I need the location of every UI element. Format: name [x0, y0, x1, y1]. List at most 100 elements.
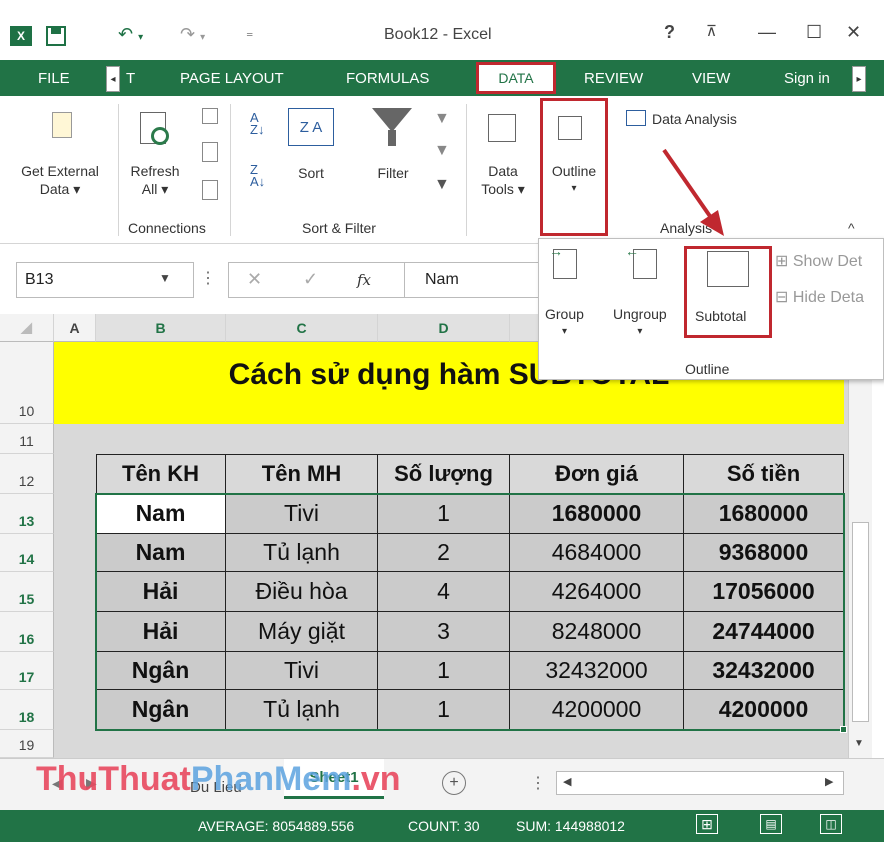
row-header-17[interactable]: 17: [0, 652, 54, 690]
get-external-data-label-2: Data ▾: [39, 181, 81, 197]
ungroup-caret-icon: ▾: [637, 326, 643, 337]
refresh-all-button[interactable]: Refresh All ▾: [126, 162, 184, 198]
page-layout-view-icon[interactable]: ▤: [760, 814, 782, 834]
select-all-corner[interactable]: ◢: [0, 314, 54, 342]
database-icon: [52, 112, 72, 138]
header-cell-ten-mh[interactable]: Tên MH: [226, 454, 378, 494]
row-header-10[interactable]: 10: [0, 342, 54, 424]
collapse-ribbon-icon[interactable]: ^: [848, 220, 855, 236]
ribbon-display-options-icon[interactable]: ⊼: [706, 22, 717, 40]
hide-detail-button[interactable]: ⊟ Hide Deta: [775, 287, 864, 307]
clear-filter-icon[interactable]: ▼: [434, 110, 450, 128]
sheet-bar-split-icon[interactable]: ⋮: [530, 773, 546, 793]
maximize-button[interactable]: ☐: [806, 22, 822, 43]
row-header-15[interactable]: 15: [0, 572, 54, 612]
data-analysis-icon: [626, 110, 646, 126]
column-header-a[interactable]: A: [54, 314, 96, 342]
name-box-dropdown-icon[interactable]: ▼: [159, 271, 171, 285]
undo-icon[interactable]: ↶ ▾: [118, 24, 143, 45]
column-header-d[interactable]: D: [378, 314, 510, 342]
selection-range: [95, 493, 845, 731]
header-cell-don-gia[interactable]: Đơn giá: [510, 454, 684, 494]
help-button[interactable]: ?: [664, 22, 675, 43]
show-detail-button[interactable]: ⊞ Show Det: [775, 251, 862, 271]
sign-in-link[interactable]: Sign in: [784, 70, 830, 87]
tab-data[interactable]: DATA: [476, 62, 556, 94]
row-header-16[interactable]: 16: [0, 612, 54, 652]
status-sum: SUM: 144988012: [516, 818, 625, 834]
cancel-icon[interactable]: ✕: [247, 269, 262, 290]
row-header-14[interactable]: 14: [0, 534, 54, 572]
sort-az-icon[interactable]: A Z↓: [250, 111, 264, 136]
filter-button[interactable]: Filter: [366, 164, 420, 182]
tab-formulas[interactable]: FORMULAS: [346, 70, 429, 87]
name-box[interactable]: B13 ▼: [16, 262, 194, 298]
sort-za-icon[interactable]: Z A↓: [250, 163, 265, 188]
save-icon[interactable]: [46, 26, 66, 46]
vertical-scrollbar[interactable]: ▼: [848, 314, 872, 758]
data-tools-label-2: Tools ▾: [481, 181, 525, 197]
analysis-group-label: Analysis: [660, 220, 713, 236]
horizontal-scrollbar[interactable]: ◀ ▶: [556, 771, 844, 795]
formula-bar-more-icon[interactable]: ⋮: [200, 268, 216, 288]
row-header-19[interactable]: 19: [0, 730, 54, 758]
tab-scroll-right-icon[interactable]: ▸: [852, 66, 866, 92]
enter-icon[interactable]: ✓: [303, 269, 318, 290]
close-button[interactable]: ✕: [846, 22, 861, 43]
tab-view[interactable]: VIEW: [692, 70, 730, 87]
properties-icon[interactable]: [202, 142, 218, 162]
sort-button[interactable]: Sort: [286, 164, 336, 182]
normal-view-icon[interactable]: ⊞: [696, 814, 718, 834]
reapply-filter-icon[interactable]: ▼: [434, 142, 450, 160]
tab-home[interactable]: T: [126, 70, 135, 87]
group-caret-icon: ▾: [561, 326, 567, 337]
window-title: Book12 - Excel: [384, 26, 492, 43]
header-cell-ten-kh[interactable]: Tên KH: [96, 454, 226, 494]
tab-review[interactable]: REVIEW: [584, 70, 643, 87]
data-analysis-button[interactable]: Data Analysis: [652, 110, 737, 128]
refresh-all-icon: [140, 112, 169, 145]
row-header-18[interactable]: 18: [0, 690, 54, 730]
minimize-button[interactable]: —: [758, 22, 776, 43]
h-scroll-right-icon[interactable]: ▶: [825, 775, 833, 788]
row-header-13[interactable]: 13: [0, 494, 54, 534]
scroll-down-icon[interactable]: ▼: [854, 738, 864, 749]
formula-controls: ✕ ✓ fx: [228, 262, 406, 298]
sort-filter-group-label: Sort & Filter: [302, 220, 376, 236]
vertical-scroll-thumb[interactable]: [852, 522, 869, 722]
advanced-filter-icon[interactable]: ▼: [434, 176, 450, 194]
insert-function-icon[interactable]: fx: [357, 271, 371, 289]
tab-page-layout[interactable]: PAGE LAYOUT: [180, 70, 284, 87]
get-external-data-button[interactable]: Get External Data ▾: [2, 162, 118, 198]
add-sheet-icon[interactable]: +: [442, 771, 466, 795]
row-header-11[interactable]: 11: [0, 424, 54, 454]
formula-value: Nam: [425, 271, 459, 288]
redo-icon[interactable]: ↷ ▾: [180, 24, 205, 45]
page-break-view-icon[interactable]: ◫: [820, 814, 842, 834]
hide-detail-label: Hide Deta: [792, 289, 865, 306]
ungroup-button[interactable]: Ungroup ▾: [613, 305, 667, 341]
column-header-b[interactable]: B: [96, 314, 226, 342]
tab-scroll-left-icon[interactable]: ◂: [106, 66, 120, 92]
connections-icon[interactable]: [202, 108, 218, 124]
hide-detail-icon: ⊟: [775, 289, 793, 306]
data-tools-icon: [488, 114, 516, 142]
column-header-c[interactable]: C: [226, 314, 378, 342]
fill-handle[interactable]: [840, 726, 847, 733]
edit-links-icon[interactable]: [202, 180, 218, 200]
tab-file[interactable]: FILE: [38, 70, 70, 87]
customize-qat-icon[interactable]: ₌: [246, 24, 253, 41]
data-tools-label-1: Data: [488, 163, 518, 179]
status-bar: AVERAGE: 8054889.556 COUNT: 30 SUM: 1449…: [0, 810, 884, 842]
show-detail-icon: ⊞: [775, 253, 793, 270]
row-header-12[interactable]: 12: [0, 454, 54, 494]
data-tools-button[interactable]: Data Tools ▾: [470, 162, 536, 198]
header-cell-so-luong[interactable]: Số lượng: [378, 454, 510, 494]
group-button[interactable]: Group ▾: [545, 305, 584, 341]
ungroup-arrow-icon: ←: [625, 243, 639, 259]
filter-icon: [372, 108, 412, 132]
excel-logo-icon[interactable]: X: [10, 26, 32, 46]
get-external-data-label-1: Get External: [21, 163, 99, 179]
h-scroll-left-icon[interactable]: ◀: [563, 775, 571, 788]
header-cell-so-tien[interactable]: Số tiền: [684, 454, 844, 494]
